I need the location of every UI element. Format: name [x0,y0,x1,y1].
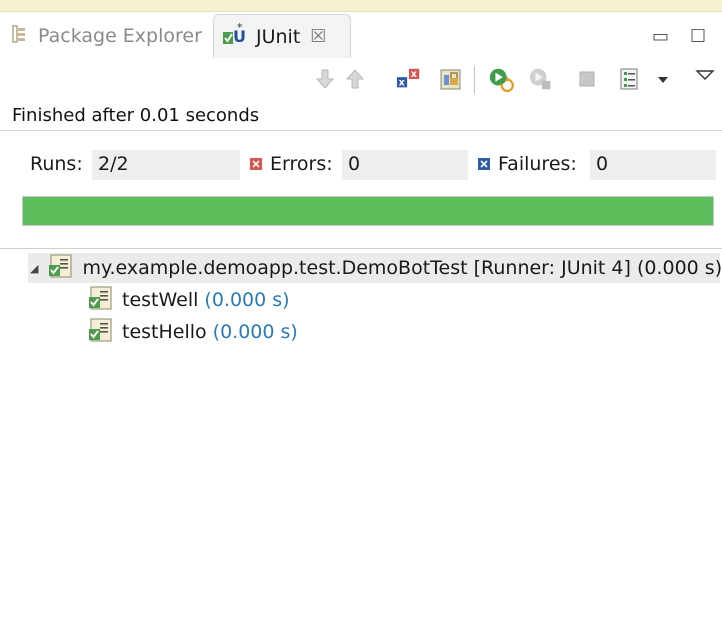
errors-label: Errors: [270,153,333,175]
test-passed-icon [88,318,114,347]
header-divider [0,130,722,131]
failures-label: Failures: [498,153,577,175]
junit-icon: U * [222,21,248,51]
tree-item-test[interactable]: testWell (0.000 s) [88,285,290,315]
svg-text:x: x [399,78,405,89]
tab-junit[interactable]: U * JUnit ☒ [213,14,351,58]
toolbar-separator [474,66,475,94]
failures-label-group: Failures: [478,153,577,175]
failure-icon [478,153,490,175]
history-dropdown-icon[interactable] [650,66,676,92]
failures-value: 0 [590,150,716,180]
progress-fill [23,197,713,225]
tab-label: Package Explorer [38,25,202,47]
status-message: Finished after 0.01 seconds [12,105,260,126]
svg-text:*: * [237,22,243,34]
tab-label: JUnit [256,25,301,48]
test-duration: (0.000 s) [212,321,298,343]
errors-label-group: Errors: [250,153,333,175]
test-name: testWell [122,289,199,311]
tree-item-test[interactable]: testHello (0.000 s) [88,317,298,347]
previous-failure-icon[interactable] [342,66,368,92]
rerun-failed-first-icon[interactable] [528,66,554,92]
rerun-test-icon[interactable] [488,66,514,92]
scroll-lock-icon[interactable] [438,66,464,92]
maximize-icon[interactable]: ☐ [690,26,706,47]
minimize-icon[interactable]: ▭ [652,26,669,47]
tab-package-explorer[interactable]: Package Explorer [10,14,202,58]
next-failure-icon[interactable] [312,66,338,92]
expand-collapse-icon[interactable]: ◢ [30,262,38,275]
test-passed-icon [88,286,114,315]
view-tab-bar: Package Explorer U * JUnit ☒ ▭ ☐ [0,12,722,62]
tree-divider [0,248,722,249]
svg-text:x: x [411,69,417,80]
stop-icon[interactable] [574,66,600,92]
top-strip [0,0,722,12]
test-name: testHello [122,321,207,343]
show-failures-only-icon[interactable]: x x [396,66,422,92]
test-duration: (0.000 s) [204,289,290,311]
runs-label: Runs: [30,153,83,175]
package-explorer-icon [10,24,30,49]
test-run-history-icon[interactable] [616,66,642,92]
view-menu-icon[interactable] [692,62,718,88]
junit-toolbar: x x [0,62,722,102]
test-suite-passed-icon [48,254,74,283]
errors-value: 0 [342,150,468,180]
counter-panel: Runs: 2/2 Errors: 0 Failures: 0 [0,150,722,182]
close-tab-icon[interactable]: ☒ [310,26,326,47]
runs-value: 2/2 [92,150,240,180]
tree-root-suite[interactable]: ◢ my.example.demoapp.test.DemoBotTest [R… [28,253,722,283]
error-icon [250,153,262,175]
suite-name: my.example.demoapp.test.DemoBotTest [Run… [82,257,722,279]
test-progress-bar [22,196,714,226]
